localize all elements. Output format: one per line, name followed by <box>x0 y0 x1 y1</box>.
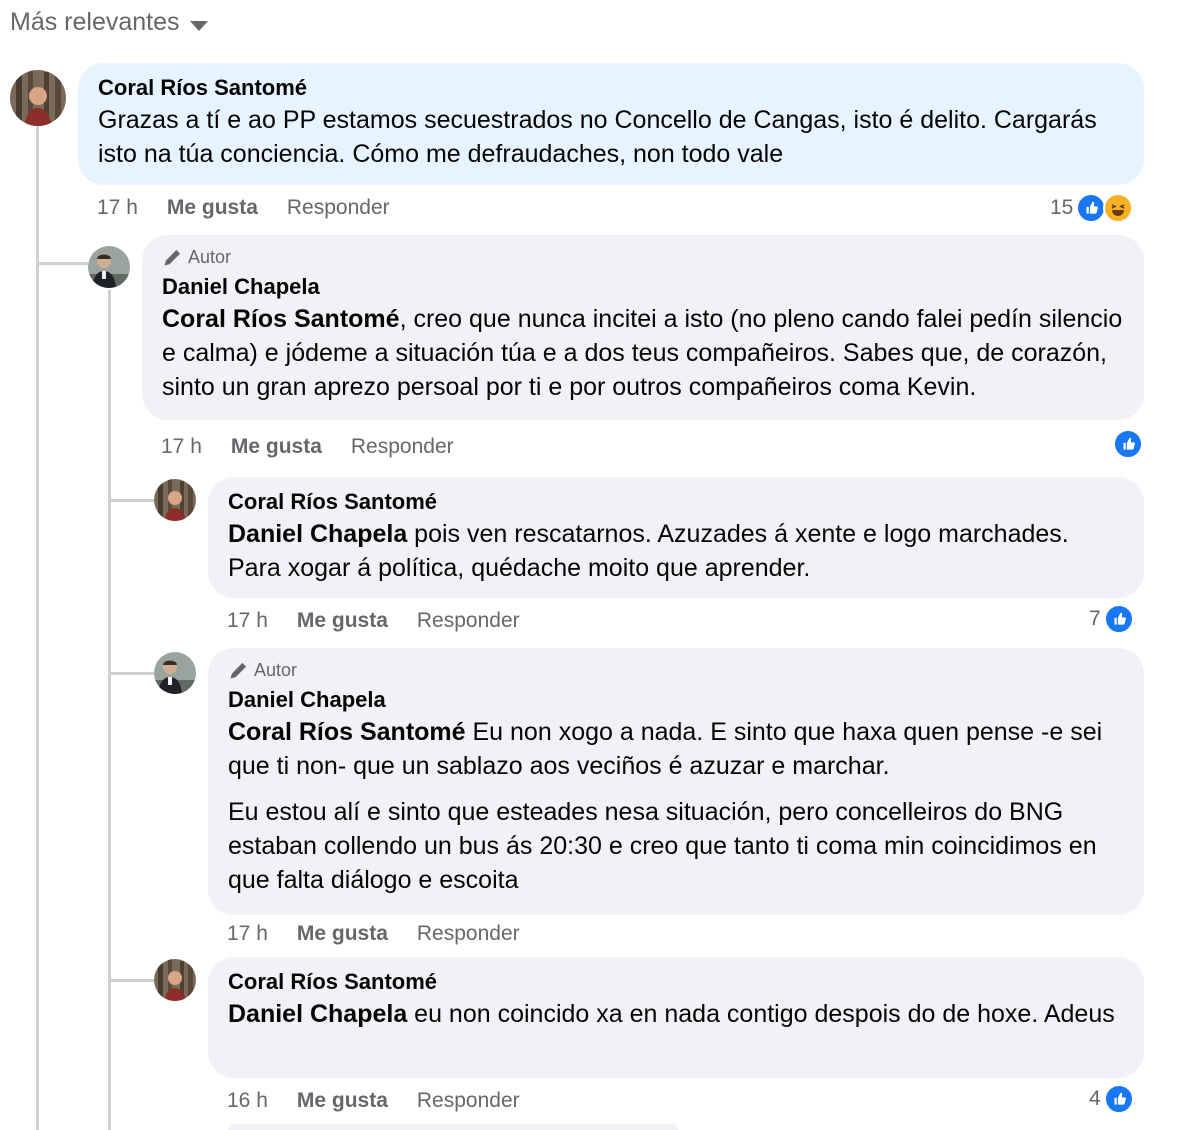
sort-dropdown[interactable]: Más relevantes <box>10 8 208 37</box>
avatar[interactable] <box>10 70 66 126</box>
comment-actions: 17 h Me gusta Responder <box>227 922 520 946</box>
like-button[interactable]: Me gusta <box>231 435 322 459</box>
reply-button[interactable]: Responder <box>287 196 390 220</box>
reaction-summary[interactable]: 7 <box>1089 604 1134 634</box>
thread-line <box>108 290 111 1130</box>
comment-timestamp[interactable]: 17 h <box>227 609 268 633</box>
chevron-down-icon <box>189 20 208 31</box>
comment-author[interactable]: Coral Ríos Santomé <box>228 969 1124 995</box>
sort-label: Más relevantes <box>10 8 180 36</box>
comment-timestamp[interactable]: 17 h <box>161 435 202 459</box>
haha-icon <box>1103 193 1134 223</box>
author-badge-label: Autor <box>254 660 298 680</box>
comment-text: Coral Ríos Santomé Eu non xogo a nada. E… <box>228 715 1124 783</box>
comment-author[interactable]: Coral Ríos Santomé <box>98 75 1124 101</box>
comment-text-paragraph: Eu estou alí e sinto que esteades nesa s… <box>228 798 1097 894</box>
comment-text: Daniel Chapela pois ven rescatarnos. Azu… <box>228 517 1124 585</box>
author-badge-label: Autor <box>188 247 232 267</box>
author-badge: Autor <box>228 660 1124 681</box>
comment-actions: 17 h Me gusta Responder <box>97 196 390 220</box>
reaction-count: 15 <box>1050 196 1074 219</box>
comment-body: eu non coincido xa en nada contigo despo… <box>407 1000 1115 1028</box>
avatar[interactable] <box>154 652 196 694</box>
avatar[interactable] <box>154 959 196 1001</box>
reply-button[interactable]: Responder <box>417 609 520 633</box>
mention-link[interactable]: Coral Ríos Santomé <box>228 718 466 746</box>
comment-bubble: Autor Daniel Chapela Coral Ríos Santomé,… <box>142 235 1144 420</box>
like-icon <box>1076 193 1107 223</box>
comment-actions: 16 h Me gusta Responder <box>227 1089 520 1113</box>
reply-button[interactable]: Responder <box>351 435 454 459</box>
thread-connector <box>108 672 154 675</box>
pencil-icon <box>162 248 182 268</box>
comment-author[interactable]: Daniel Chapela <box>162 274 1124 300</box>
avatar[interactable] <box>88 246 130 288</box>
thread-connector <box>36 262 88 265</box>
like-icon <box>1103 604 1134 634</box>
comment-bubble: Coral Ríos Santomé Daniel Chapela eu non… <box>208 957 1144 1078</box>
comment-timestamp[interactable]: 17 h <box>227 922 268 946</box>
comment-timestamp[interactable]: 16 h <box>227 1089 268 1113</box>
reaction-count: 4 <box>1089 1087 1101 1110</box>
comment-bubble: Autor Daniel Chapela Coral Ríos Santomé … <box>208 648 1144 915</box>
comment-author[interactable]: Daniel Chapela <box>228 687 1124 713</box>
comment-actions: 17 h Me gusta Responder <box>227 609 520 633</box>
reply-button[interactable]: Responder <box>417 1089 520 1113</box>
like-icon <box>1103 1084 1134 1114</box>
comment-text: Coral Ríos Santomé, creo que nunca incit… <box>162 302 1124 404</box>
comment-author[interactable]: Coral Ríos Santomé <box>228 489 1124 515</box>
reply-button[interactable]: Responder <box>417 922 520 946</box>
comment-text: Daniel Chapela eu non coincido xa en nad… <box>228 997 1124 1031</box>
like-button[interactable]: Me gusta <box>297 609 388 633</box>
mention-link[interactable]: Coral Ríos Santomé <box>162 305 400 333</box>
comment-text: Grazas a tí e ao PP estamos secuestrados… <box>98 106 1097 168</box>
thread-line <box>36 124 39 1130</box>
like-button[interactable]: Me gusta <box>297 1089 388 1113</box>
like-icon <box>1113 429 1143 459</box>
thread-connector <box>108 979 154 982</box>
reaction-summary[interactable]: 4 <box>1089 1084 1134 1114</box>
comment-actions: 17 h Me gusta Responder <box>161 435 454 459</box>
like-button[interactable]: Me gusta <box>297 922 388 946</box>
reaction-summary[interactable]: 15 <box>1050 193 1134 223</box>
thread-connector <box>108 499 154 502</box>
reaction-count: 7 <box>1089 607 1101 630</box>
comment-bubble: Coral Ríos Santomé Daniel Chapela pois v… <box>208 477 1144 598</box>
comment-bubble: Coral Ríos Santomé Grazas a tí e ao PP e… <box>78 63 1144 185</box>
mention-link[interactable]: Daniel Chapela <box>228 1000 407 1028</box>
author-badge: Autor <box>162 247 1124 268</box>
like-button[interactable]: Me gusta <box>167 196 258 220</box>
mention-link[interactable]: Daniel Chapela <box>228 520 407 548</box>
next-comment-bubble <box>228 1124 678 1130</box>
reaction-summary[interactable] <box>1110 429 1143 459</box>
avatar[interactable] <box>154 479 196 521</box>
pencil-icon <box>228 661 248 681</box>
comment-timestamp[interactable]: 17 h <box>97 196 138 220</box>
